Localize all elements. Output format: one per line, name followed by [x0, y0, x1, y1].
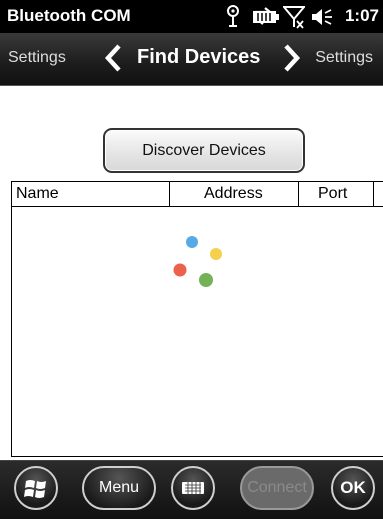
- keyboard-icon: [182, 482, 204, 494]
- list-header: Name Address Port: [12, 182, 383, 207]
- column-divider: [298, 182, 299, 206]
- spinner-dot: [210, 248, 222, 260]
- spinner-dot: [199, 273, 213, 287]
- title-bar: Settings Find Devices Settings: [0, 33, 383, 86]
- bluetooth-icon: [227, 5, 239, 27]
- signal-off-icon: [283, 6, 305, 29]
- nav-prev-settings[interactable]: Settings: [8, 49, 66, 67]
- nav-next-settings[interactable]: Settings: [315, 49, 373, 67]
- device-list[interactable]: Name Address Port: [11, 181, 383, 457]
- battery-icon: [337, 10, 341, 14]
- windows-flag-icon: [24, 480, 46, 498]
- column-header-port[interactable]: Port: [318, 182, 347, 206]
- start-button[interactable]: [14, 466, 58, 510]
- column-header-name[interactable]: Name: [16, 182, 59, 206]
- clock: 1:07: [344, 6, 379, 25]
- discover-devices-button[interactable]: Discover Devices: [103, 128, 305, 173]
- chevron-left-icon[interactable]: [104, 44, 122, 72]
- battery-icon: [253, 11, 279, 23]
- ok-button[interactable]: OK: [331, 466, 375, 510]
- loading-spinner-icon: [173, 236, 222, 287]
- column-header-address[interactable]: Address: [204, 182, 263, 206]
- column-divider: [169, 182, 170, 206]
- chevron-right-icon[interactable]: [283, 44, 301, 72]
- volume-icon: [312, 9, 332, 25]
- spinner-dot: [186, 236, 198, 248]
- bottom-app-bar: Menu Connect OK: [0, 460, 383, 519]
- status-bar: Bluetooth COM 1:07: [0, 0, 383, 33]
- connect-button[interactable]: Connect: [240, 466, 314, 510]
- menu-button[interactable]: Menu: [82, 466, 156, 510]
- column-divider: [373, 182, 374, 206]
- keyboard-button[interactable]: [171, 466, 215, 510]
- app-title: Bluetooth COM: [7, 6, 131, 25]
- spinner-dot: [173, 263, 187, 277]
- page-title: Find Devices: [137, 46, 261, 68]
